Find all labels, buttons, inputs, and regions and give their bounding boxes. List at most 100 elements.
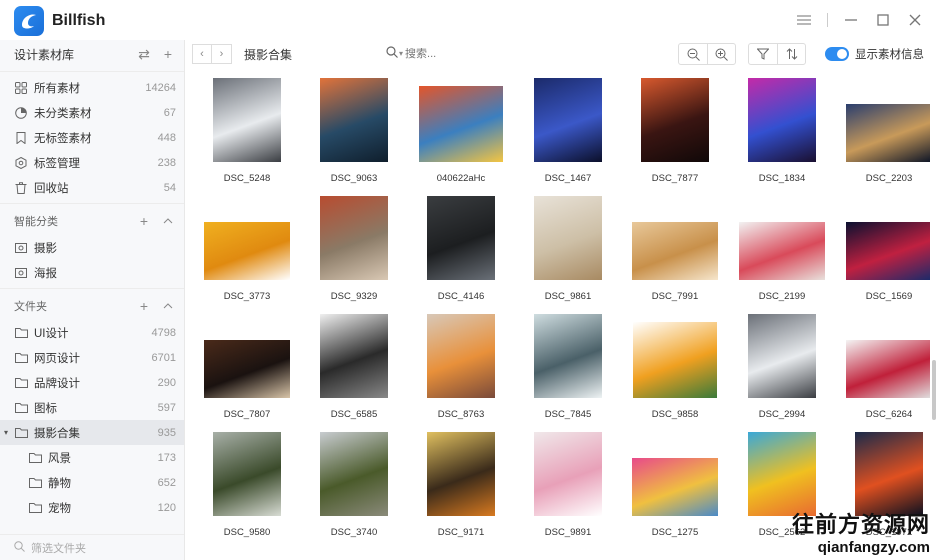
pie-icon xyxy=(14,106,28,120)
thumbnail-image[interactable] xyxy=(633,322,717,398)
sidebar-item-folder[interactable]: ▾ 摄影合集 935 xyxy=(0,420,184,445)
scrollbar[interactable] xyxy=(932,360,936,420)
watermark-url: qianfangzy.com xyxy=(817,539,930,556)
thumbnail-item[interactable]: DSC_1834 xyxy=(727,68,837,186)
thumbnail-image[interactable] xyxy=(427,432,495,516)
switch-library-icon[interactable]: ⇄ xyxy=(136,46,152,62)
thumbnail-image[interactable] xyxy=(320,196,388,280)
thumbnail-image[interactable] xyxy=(748,432,816,516)
chevron-up-icon[interactable] xyxy=(160,298,176,314)
chevron-up-icon[interactable] xyxy=(160,213,176,229)
library-title[interactable]: 设计素材库 xyxy=(14,46,128,63)
thumbnail-image[interactable] xyxy=(213,432,281,516)
sidebar-item-folder[interactable]: UI设计 4798 xyxy=(0,320,184,345)
thumbnail-image[interactable] xyxy=(534,432,602,516)
thumbnail-image[interactable] xyxy=(534,196,602,280)
thumbnail-item[interactable]: DSC_9861 xyxy=(513,186,623,304)
sidebar-item-folder[interactable]: 品牌设计 290 xyxy=(0,370,184,395)
thumbnail-image[interactable] xyxy=(641,78,709,162)
thumbnail-image[interactable] xyxy=(320,314,388,398)
sort-icon[interactable] xyxy=(777,44,805,64)
sidebar-item-folder[interactable]: 宠物 120 xyxy=(0,495,184,520)
thumbnail-image[interactable] xyxy=(632,458,718,516)
back-button[interactable]: ‹ xyxy=(192,44,212,64)
minimize-icon[interactable] xyxy=(842,11,860,29)
sidebar-item-folder[interactable]: 网页设计 6701 xyxy=(0,345,184,370)
thumbnail-image[interactable] xyxy=(739,222,825,280)
thumbnail-item[interactable]: DSC_9063 xyxy=(299,68,409,186)
thumbnail-item[interactable]: DSC_9329 xyxy=(299,186,409,304)
zoom-in-icon[interactable] xyxy=(707,44,735,64)
sidebar-item-smart-poster[interactable]: 海报 xyxy=(0,260,184,285)
thumbnail-image[interactable] xyxy=(748,314,816,398)
thumbnail-image[interactable] xyxy=(534,78,602,162)
thumbnail-image[interactable] xyxy=(534,314,602,398)
menu-icon[interactable] xyxy=(795,11,813,29)
thumbnail-image[interactable] xyxy=(632,222,718,280)
thumbnail-item[interactable]: DSC_3740 xyxy=(299,422,409,540)
thumbnail-image[interactable] xyxy=(846,340,930,398)
search-dropdown-icon[interactable]: ▾ xyxy=(399,49,403,58)
add-library-icon[interactable]: + xyxy=(160,46,176,62)
thumbnail-item[interactable]: DSC_7807 xyxy=(192,304,302,422)
filter-icon[interactable] xyxy=(749,44,777,64)
thumbnail-name: DSC_7991 xyxy=(651,291,699,302)
sidebar-item-folder[interactable]: 静物 652 xyxy=(0,470,184,495)
sidebar-item-folder[interactable]: 图标 597 xyxy=(0,395,184,420)
forward-button[interactable]: › xyxy=(212,44,232,64)
sidebar-item-smart-photo[interactable]: 摄影 xyxy=(0,235,184,260)
search-box[interactable]: ▾ xyxy=(386,46,486,61)
sidebar-item-trash[interactable]: 回收站 54 xyxy=(0,175,184,200)
add-smart-icon[interactable]: + xyxy=(136,213,152,229)
sidebar-item-all[interactable]: 所有素材 14264 xyxy=(0,75,184,100)
thumbnail-item[interactable]: DSC_6264 xyxy=(834,304,930,422)
sidebar-item-tag-manager[interactable]: 标签管理 238 xyxy=(0,150,184,175)
thumbnail-item[interactable]: DSC_1569 xyxy=(834,186,930,304)
caret-down-icon[interactable]: ▾ xyxy=(4,428,8,437)
thumbnail-item[interactable]: DSC_4146 xyxy=(406,186,516,304)
thumbnail-item[interactable]: DSC_9858 xyxy=(620,304,730,422)
thumbnail-item[interactable]: DSC_9171 xyxy=(406,422,516,540)
thumbnail-item[interactable]: DSC_7877 xyxy=(620,68,730,186)
search-input[interactable] xyxy=(405,47,486,60)
thumbnail-image[interactable] xyxy=(846,222,930,280)
sidebar-item-untagged[interactable]: 无标签素材 448 xyxy=(0,125,184,150)
thumbnail-item[interactable]: DSC_6585 xyxy=(299,304,409,422)
thumbnail-image[interactable] xyxy=(204,340,290,398)
thumbnail-item[interactable]: DSC_1275 xyxy=(620,422,730,540)
thumbnail-item[interactable]: DSC_3773 xyxy=(192,186,302,304)
thumbnail-image[interactable] xyxy=(419,86,503,162)
thumbnail-item[interactable]: DSC_9891 xyxy=(513,422,623,540)
thumbnail-item[interactable]: 040622aHc xyxy=(406,68,516,186)
thumbnail-item[interactable]: DSC_5248 xyxy=(192,68,302,186)
thumbnail-image[interactable] xyxy=(320,432,388,516)
show-info-toggle[interactable] xyxy=(825,47,849,61)
filter-folders[interactable]: 筛选文件夹 xyxy=(0,534,184,560)
thumbnail-image[interactable] xyxy=(748,78,816,162)
sidebar-item-uncategorized[interactable]: 未分类素材 67 xyxy=(0,100,184,125)
thumbnail-item[interactable]: DSC_9580 xyxy=(192,422,302,540)
thumbnail-item[interactable]: DSC_2199 xyxy=(727,186,837,304)
thumbnail-image[interactable] xyxy=(855,432,923,516)
thumbnail-image[interactable] xyxy=(427,314,495,398)
thumbnail-image[interactable] xyxy=(213,78,281,162)
thumbnail-image[interactable] xyxy=(846,104,930,162)
thumbnail-image[interactable] xyxy=(204,222,290,280)
add-folder-icon[interactable]: + xyxy=(136,298,152,314)
thumbnail-item[interactable]: DSC_1467 xyxy=(513,68,623,186)
folder-count: 173 xyxy=(157,451,176,464)
thumbnail-image[interactable] xyxy=(320,78,388,162)
thumbnail-item[interactable]: DSC_7845 xyxy=(513,304,623,422)
folder-count: 652 xyxy=(157,476,176,489)
thumbnail-item[interactable]: DSC_7991 xyxy=(620,186,730,304)
zoom-out-icon[interactable] xyxy=(679,44,707,64)
folder-icon xyxy=(28,501,42,515)
thumbnail-item[interactable]: DSC_2203 xyxy=(834,68,930,186)
sidebar-item-folder[interactable]: 风景 173 xyxy=(0,445,184,470)
thumbnail-item[interactable]: DSC_2994 xyxy=(727,304,837,422)
close-icon[interactable] xyxy=(906,11,924,29)
maximize-icon[interactable] xyxy=(874,11,892,29)
thumbnail-image[interactable] xyxy=(427,196,495,280)
thumbnail-name: DSC_1569 xyxy=(865,291,913,302)
thumbnail-item[interactable]: DSC_8763 xyxy=(406,304,516,422)
